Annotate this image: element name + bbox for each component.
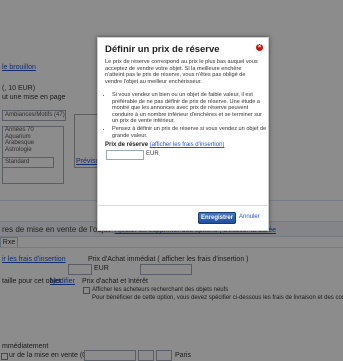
- reserve-price-label: Prix de réserve (afficher les frais d'in…: [105, 142, 224, 148]
- advice-list: Si vous vendez un bien ou un objet de fa…: [105, 92, 268, 141]
- dialog-title: Définir un prix de réserve: [105, 44, 220, 55]
- save-button[interactable]: Enregistrer: [198, 212, 236, 224]
- page: le brouillon (, 10 EUR) ut une mise en p…: [0, 0, 343, 361]
- dialog-footer-divider: [98, 205, 268, 206]
- cancel-link[interactable]: Annuler: [239, 214, 260, 220]
- currency-label: EUR: [146, 151, 159, 157]
- list-item: Si vous vendez un bien ou un objet de fa…: [112, 92, 268, 125]
- list-item: Pensez à définir un prix de réserve si v…: [112, 126, 268, 139]
- reserve-price-label-text: Prix de réserve: [105, 142, 149, 148]
- reserve-price-dialog: Définir un prix de réserve × Le prix de …: [97, 37, 269, 231]
- insertion-fees-link[interactable]: (afficher les frais d'insertion): [150, 142, 225, 148]
- dialog-intro: Le prix de réserve correspond au prix le…: [105, 59, 258, 85]
- reserve-price-input[interactable]: [106, 150, 144, 160]
- close-icon[interactable]: ×: [256, 44, 263, 51]
